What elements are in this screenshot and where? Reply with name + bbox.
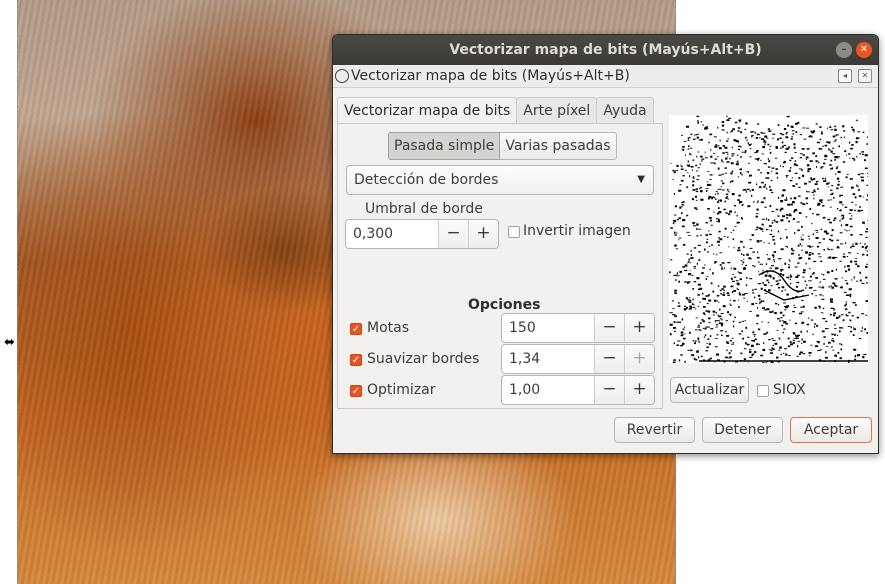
options-heading: Opciones (468, 297, 541, 313)
speckles-increment[interactable]: + (624, 314, 654, 342)
detection-method-select[interactable]: Detección de bordes ▼ (346, 165, 654, 195)
siox-label: SIOX (773, 382, 806, 398)
window-titlebar[interactable]: Vectorizar mapa de bits (Mayús+Alt+B) – … (333, 35, 878, 65)
optimize-decrement[interactable]: − (594, 376, 624, 404)
optimize-increment[interactable]: + (624, 376, 654, 404)
optimize-spinner[interactable]: 1,00 − + (501, 375, 655, 405)
speckles-checkbox[interactable]: ✓ (350, 323, 362, 335)
invert-image-checkbox[interactable] (508, 226, 520, 238)
smooth-corners-label: Suavizar bordes (367, 351, 480, 367)
edge-threshold-spinner[interactable]: 0,300 − + (345, 219, 499, 249)
tab-page-trace: Pasada simple Varias pasadas Detección d… (337, 123, 663, 409)
edge-threshold-decrement[interactable]: − (438, 220, 468, 248)
trace-preview-image (669, 115, 868, 363)
edge-threshold-label: Umbral de borde (365, 201, 483, 217)
speckles-value[interactable]: 150 (502, 314, 594, 342)
minimize-icon[interactable]: – (836, 42, 852, 58)
dock-iconify-icon[interactable]: ◂ (838, 69, 852, 83)
tab-help[interactable]: Ayuda (596, 97, 654, 124)
edge-threshold-increment[interactable]: + (468, 220, 498, 248)
tab-bar: Vectorizar mapa de bits Arte píxel Ayuda (337, 97, 663, 124)
smooth-corners-increment: + (624, 345, 654, 373)
optimize-checkbox[interactable]: ✓ (350, 385, 362, 397)
update-preview-button[interactable]: Actualizar (670, 377, 749, 403)
dock-title: Vectorizar mapa de bits (Mayús+Alt+B) (351, 68, 630, 84)
selection-border-left (17, 0, 18, 584)
optimize-label: Optimizar (367, 382, 436, 398)
speckles-spinner[interactable]: 150 − + (501, 313, 655, 343)
smooth-corners-checkbox[interactable]: ✓ (350, 354, 362, 366)
tab-trace-bitmap[interactable]: Vectorizar mapa de bits (337, 97, 518, 124)
revert-button[interactable]: Revertir (614, 417, 695, 443)
multi-pass-button[interactable]: Varias pasadas (500, 132, 617, 160)
siox-checkbox[interactable] (757, 385, 769, 397)
invert-image-label: Invertir imagen (523, 223, 631, 239)
detection-method-value: Detección de bordes (354, 172, 499, 188)
ok-button[interactable]: Aceptar (790, 417, 872, 443)
smooth-corners-spinner[interactable]: 1,34 − + (501, 344, 655, 374)
close-icon[interactable]: ✕ (856, 42, 872, 58)
optimize-value[interactable]: 1,00 (502, 376, 594, 404)
speckles-decrement[interactable]: − (594, 314, 624, 342)
speckles-label: Motas (367, 320, 410, 336)
smooth-corners-value[interactable]: 1,34 (502, 345, 594, 373)
tab-pixel-art[interactable]: Arte píxel (516, 97, 598, 124)
notebook: Vectorizar mapa de bits Arte píxel Ayuda… (337, 97, 663, 409)
pass-mode-toggle: Pasada simple Varias pasadas (388, 132, 617, 160)
window-title: Vectorizar mapa de bits (Mayús+Alt+B) (449, 42, 762, 58)
speckle-trace (669, 115, 868, 363)
trace-preview (669, 115, 868, 363)
edge-threshold-value[interactable]: 0,300 (346, 220, 438, 248)
dock-icon (335, 69, 349, 83)
single-pass-button[interactable]: Pasada simple (388, 132, 501, 160)
dock-header: Vectorizar mapa de bits (Mayús+Alt+B) ◂ … (333, 65, 878, 88)
chevron-down-icon: ▼ (637, 174, 645, 185)
resize-horizontal-icon[interactable]: ⬌ (4, 336, 15, 350)
trace-bitmap-dialog: Vectorizar mapa de bits (Mayús+Alt+B) – … (332, 34, 879, 454)
stop-button[interactable]: Detener (702, 417, 783, 443)
dock-close-icon[interactable]: ✕ (858, 69, 872, 83)
smooth-corners-decrement[interactable]: − (594, 345, 624, 373)
